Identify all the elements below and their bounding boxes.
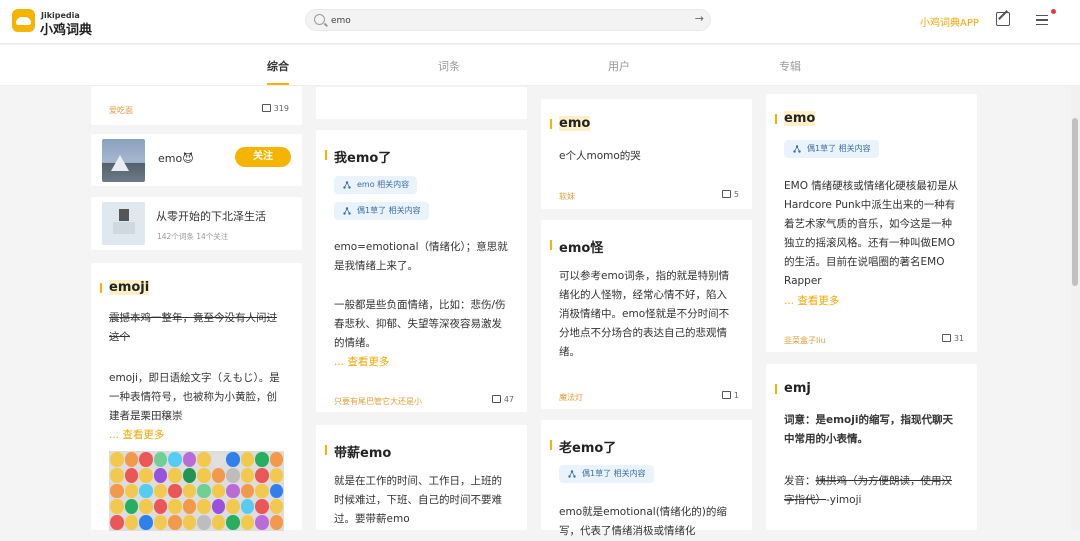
card-title[interactable]: emo — [774, 111, 816, 126]
album-meta: 142个词条 14个关注 — [157, 232, 229, 241]
card-title[interactable]: emoji — [99, 280, 150, 295]
card-top-left[interactable]: 爱吃面 319 — [91, 86, 302, 125]
card-wo-emo-le[interactable]: 我emo了 emo 相关内容 偶1草了 相关内容 emo=emotional（情… — [316, 130, 527, 412]
tab-entries[interactable]: 词条 — [438, 58, 460, 74]
tab-bar: 综合 词条 用户 专辑 — [0, 45, 1080, 86]
emoji-card[interactable]: emoji 震撼本鸡一整年，竟至今没有人问过这个 emoji，即日语絵文字（えも… — [91, 263, 302, 531]
card-body: 就是在工作的时间、工作日，上班的时候难过，下班、自己的时间不要难过。要带薪emo — [334, 475, 502, 525]
share-icon — [793, 145, 801, 153]
card-author[interactable]: 只要有尾巴管它大还是小 — [334, 396, 422, 407]
notification-dot — [1051, 9, 1056, 14]
card-body-2: 发音：姨拱鸡（为方便朗读，使用汉字指代）-yimoji — [784, 475, 952, 506]
card-author[interactable]: 软妹 — [559, 191, 575, 202]
thumb-up-icon — [491, 395, 501, 403]
related-tag[interactable]: 偶1草了 相关内容 — [334, 202, 429, 220]
share-icon — [568, 470, 576, 478]
tab-all[interactable]: 综合 — [267, 58, 289, 85]
top-bar: Jikipedia 小鸡词典 → 小鸡词典APP — [0, 0, 1080, 44]
user-card[interactable]: emo😈 关注 — [91, 134, 302, 186]
card-title[interactable]: 我emo了 — [324, 147, 391, 166]
edit-icon[interactable] — [996, 12, 1010, 26]
card-body: emoji，即日语絵文字（えもじ）。是一种表情符号，也被称为小黄脸，创建者是栗田… — [109, 372, 280, 441]
app-link[interactable]: 小鸡词典APP — [920, 14, 979, 29]
card-body-2: 一般都是些负面情绪，比如：悲伤/伤春悲秋、抑郁、失望等深夜容易激发的情绪。 — [334, 299, 506, 349]
arrow-right-icon[interactable]: → — [695, 12, 704, 25]
card-emo[interactable]: emo e个人momo的哭 软妹 5 — [541, 99, 752, 209]
card-body: EMO 情绪硬核或情绪化硬核最初是从Hardcore Punk中派生出来的一种有… — [784, 180, 959, 287]
card-title[interactable]: 带薪emo — [324, 442, 391, 461]
avatar[interactable] — [102, 139, 145, 182]
card-author[interactable]: 韭菜盒子liu — [784, 335, 826, 346]
thumb-up-icon — [721, 190, 731, 198]
album-title[interactable]: 从零开始的下北泽生活 — [156, 208, 266, 224]
more-link[interactable]: ... 查看更多 — [109, 429, 164, 441]
thumb-up-icon — [721, 391, 731, 399]
like-count[interactable]: 1 — [721, 391, 739, 400]
user-name[interactable]: emo😈 — [158, 152, 194, 165]
card-body: emo=emotional（情绪化）；意思就是我情绪上来了。 — [334, 241, 508, 272]
related-tag[interactable]: emo 相关内容 — [334, 176, 418, 194]
card-strike-text: 震撼本鸡一整年，竟至今没有人问过这个 — [109, 312, 277, 343]
brand-cn[interactable]: 小鸡词典 — [40, 19, 92, 38]
card-emo-guai[interactable]: emo怪 可以参考emo词条，指的就是特别情绪化的人怪物，经常心情不好，陷入消极… — [541, 220, 752, 409]
thumb-up-icon — [261, 104, 271, 112]
search-bar[interactable]: → — [305, 9, 711, 31]
card-title[interactable]: emo — [549, 116, 591, 131]
card-title[interactable]: emo怪 — [549, 237, 603, 256]
album-card[interactable]: 从零开始的下北泽生活 142个词条 14个关注 — [91, 197, 302, 250]
scrollbar-thumb[interactable] — [1072, 118, 1078, 286]
share-icon — [343, 181, 351, 189]
card-daixin-emo[interactable]: 带薪emo 就是在工作的时间、工作日，上班的时候难过，下班、自己的时间不要难过。… — [316, 425, 527, 530]
card-body: e个人momo的哭 — [559, 150, 641, 162]
card-emo-col4[interactable]: emo 偶1草了 相关内容 EMO 情绪硬核或情绪化硬核最初是从Hardcore… — [766, 94, 977, 352]
like-count[interactable]: 47 — [491, 395, 514, 404]
like-count[interactable]: 319 — [261, 104, 289, 113]
like-count[interactable]: 5 — [721, 190, 739, 199]
album-cover — [102, 202, 145, 245]
card-author[interactable]: 魔法灯 — [559, 392, 583, 403]
tab-albums[interactable]: 专辑 — [779, 58, 801, 74]
tab-users[interactable]: 用户 — [608, 58, 630, 74]
share-icon — [343, 207, 351, 215]
search-input[interactable] — [331, 13, 681, 28]
like-count[interactable]: 31 — [941, 334, 964, 343]
more-link[interactable]: ... 查看更多 — [784, 292, 959, 311]
card-emj[interactable]: emj 词意：是emoji的缩写，指现代聊天中常用的小表情。 发音：姨拱鸡（为方… — [766, 364, 977, 530]
card-author[interactable]: 爱吃面 — [109, 105, 133, 116]
thumb-up-icon — [941, 334, 951, 342]
card-lao-emo-le[interactable]: 老emo了 偶1草了 相关内容 emo就是emotional(情绪化的)的缩写，… — [541, 420, 752, 537]
more-link[interactable]: ... 查看更多 — [334, 353, 509, 372]
card-title[interactable]: 老emo了 — [549, 437, 616, 456]
menu-icon[interactable] — [1036, 15, 1048, 25]
logo-icon[interactable] — [12, 9, 35, 32]
emoji-image — [109, 451, 284, 531]
card-body: 可以参考emo词条，指的就是特别情绪化的人怪物，经常心情不好，陷入消极情绪中。e… — [559, 270, 730, 358]
card-body: emo就是emotional(情绪化的)的缩写，代表了情绪消极或情绪化 — [559, 506, 727, 537]
related-tag[interactable]: 偶1草了 相关内容 — [784, 140, 879, 158]
card-title[interactable]: emj — [775, 381, 811, 396]
card-top-col2[interactable] — [316, 86, 527, 119]
card-body: 词意：是emoji的缩写，指现代聊天中常用的小表情。 — [784, 414, 953, 445]
related-tag[interactable]: 偶1草了 相关内容 — [559, 465, 654, 483]
follow-button[interactable]: 关注 — [235, 147, 291, 167]
search-icon — [314, 14, 325, 25]
